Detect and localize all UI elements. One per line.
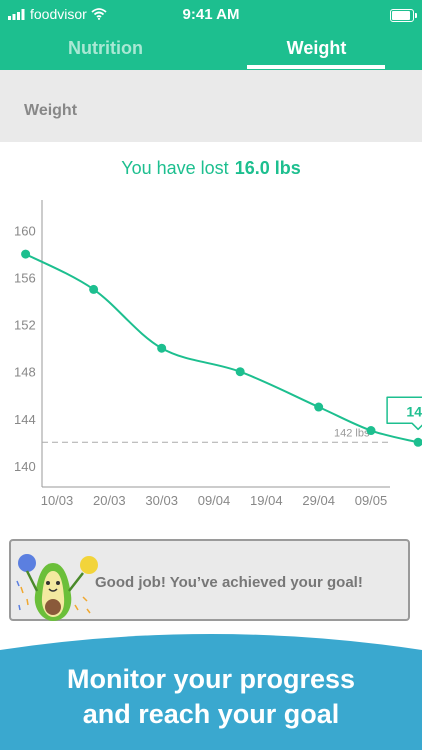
- section-header: Weight: [0, 70, 422, 142]
- y-tick-label: 148: [14, 365, 36, 380]
- active-tab-indicator: [247, 65, 385, 69]
- data-point: [314, 402, 324, 412]
- data-point: [89, 284, 99, 294]
- data-point: [157, 343, 167, 353]
- tab-nutrition[interactable]: Nutrition: [0, 30, 211, 70]
- weight-chart: 140 144 148 152 156 160 10/03 20/03 30/03 09/04 19…: [14, 200, 422, 508]
- x-tick-label: 30/03: [145, 493, 178, 508]
- promo-footer: Monitor your progress and reach your goa…: [0, 630, 422, 750]
- promo-line-1: Monitor your progress: [66, 664, 356, 694]
- weight-line: [25, 253, 419, 444]
- y-tick-label: 144: [14, 412, 36, 427]
- value-callout-label: 142: [406, 403, 422, 419]
- battery-icon: [390, 9, 417, 22]
- data-point: [366, 426, 376, 436]
- weight-lost-summary: You have lost 16.0 lbs: [0, 158, 422, 179]
- x-tick-label: 09/05: [355, 493, 388, 508]
- x-tick-label: 20/03: [93, 493, 126, 508]
- y-tick-label: 152: [14, 318, 36, 333]
- y-tick-label: 156: [14, 271, 36, 286]
- data-point: [413, 437, 422, 447]
- promo-line-2: and reach your goal: [82, 699, 340, 729]
- tab-bar: Nutrition Weight: [0, 30, 422, 70]
- y-tick-label: 140: [14, 459, 36, 474]
- goal-message: Good job! You’ve achieved your goal!: [95, 574, 363, 591]
- data-point: [235, 367, 245, 377]
- data-point: [21, 249, 31, 259]
- goal-banner: Good job! You’ve achieved your goal!: [9, 539, 410, 621]
- section-title: Weight: [24, 102, 78, 119]
- y-tick-label: 160: [14, 224, 36, 239]
- status-bar: foodvisor 9:41 AM: [0, 0, 422, 30]
- tab-weight[interactable]: Weight: [211, 30, 422, 70]
- x-tick-label: 19/04: [250, 493, 283, 508]
- x-tick-label: 29/04: [302, 493, 335, 508]
- weight-lost-prefix: You have lost: [121, 158, 229, 178]
- weight-lost-value: 16.0 lbs: [234, 158, 301, 178]
- x-tick-label: 09/04: [198, 493, 231, 508]
- avocado-mascot-icon: [16, 554, 98, 621]
- status-time: 9:41 AM: [182, 6, 240, 23]
- x-tick-label: 10/03: [41, 493, 74, 508]
